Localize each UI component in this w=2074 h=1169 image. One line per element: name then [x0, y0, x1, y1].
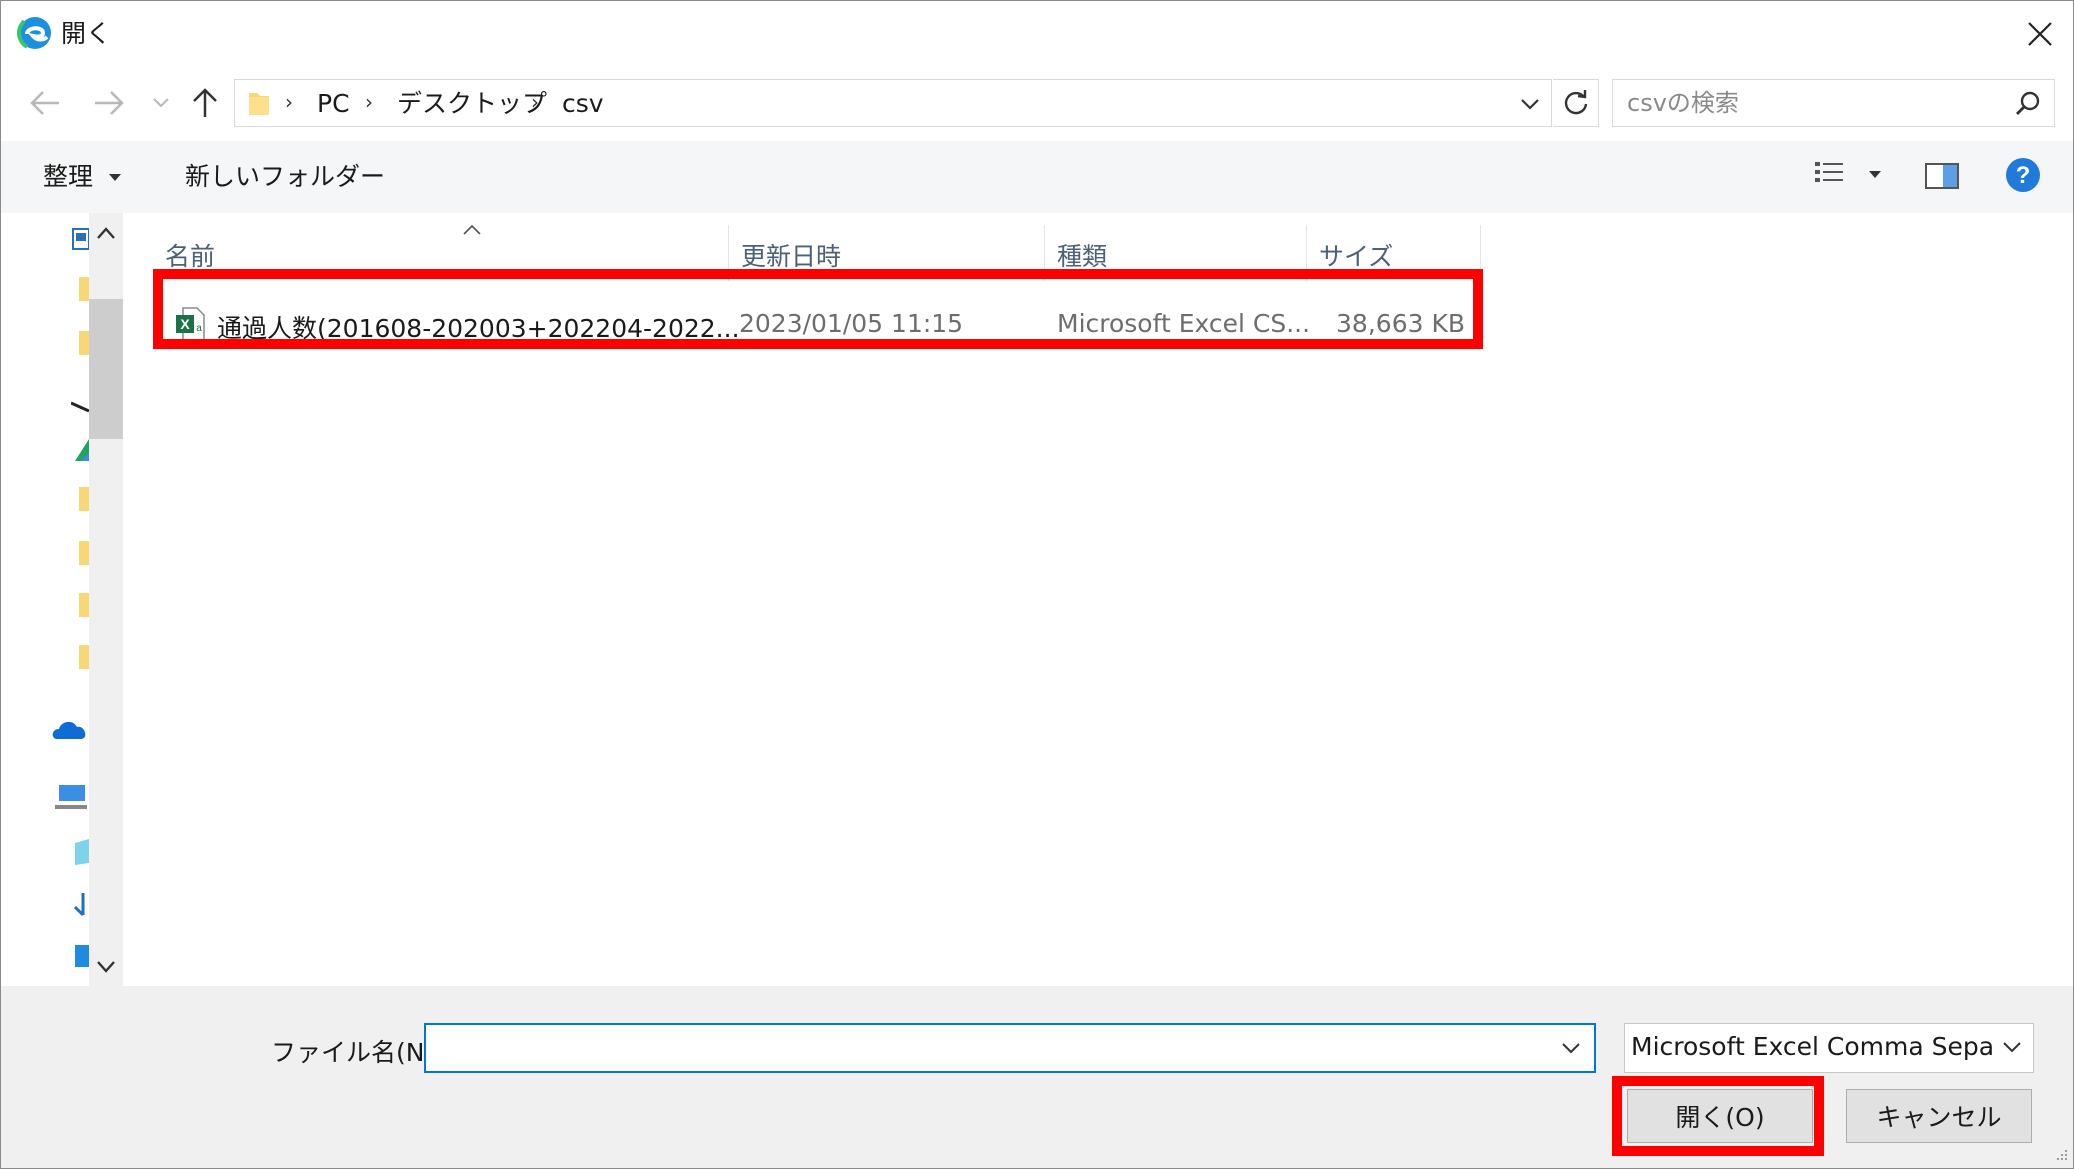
chevron-down-icon	[2003, 1042, 2021, 1053]
onedrive-icon[interactable]	[51, 717, 89, 741]
breadcrumb-csv[interactable]: csv	[562, 88, 604, 120]
recent-locations-button[interactable]	[141, 83, 181, 123]
resize-grip-icon[interactable]	[2053, 1148, 2069, 1164]
close-button[interactable]	[2007, 1, 2073, 67]
arrow-up-icon	[193, 88, 217, 117]
new-folder-label: 新しいフォルダー	[185, 162, 386, 191]
file-list: 名前 更新日時 種類 サイズ X a 通過人数(201608-202003+20…	[123, 213, 2073, 986]
preview-pane-icon	[1925, 163, 1959, 189]
address-bar[interactable]: › PC › デスクトップ › csv	[234, 79, 1552, 127]
folder-icon[interactable]	[71, 591, 89, 619]
caret-down-icon	[1868, 171, 1881, 178]
view-options-button[interactable]	[1813, 159, 1881, 197]
filetype-select[interactable]: Microsoft Excel Comma Separat	[1624, 1023, 2034, 1073]
arrow-right-icon	[95, 91, 124, 115]
help-icon: ?	[2006, 158, 2040, 192]
organize-label: 整理	[43, 162, 94, 191]
refresh-button[interactable]	[1553, 79, 1599, 127]
breadcrumb-pc[interactable]: PC	[317, 88, 350, 120]
search-input[interactable]	[1613, 80, 1997, 126]
organize-menu-button[interactable]: 整理	[43, 161, 121, 193]
folder-icon[interactable]	[71, 485, 89, 513]
open-file-dialog: 開く › PC › デスクトップ › csv csvの検索 整理 新しいフォルダ…	[0, 0, 2074, 1169]
3d-objects-icon[interactable]	[71, 837, 89, 867]
chevron-down-icon[interactable]	[97, 961, 115, 973]
desktop-icon[interactable]	[71, 943, 89, 971]
new-folder-button[interactable]: 新しいフォルダー	[185, 161, 385, 193]
scrollbar-thumb[interactable]	[89, 299, 123, 439]
search-icon[interactable]	[2014, 90, 2042, 118]
breadcrumb-desktop[interactable]: デスクトップ	[397, 88, 547, 120]
caret-down-icon	[108, 174, 121, 181]
folder-icon	[249, 93, 269, 115]
pictures-icon[interactable]	[71, 227, 89, 251]
command-toolbar: 整理 新しいフォルダー ?	[1, 141, 2073, 213]
downloads-icon[interactable]	[71, 891, 89, 921]
filename-combobox[interactable]	[424, 1023, 1596, 1073]
breadcrumb-separator: ›	[531, 90, 539, 114]
refresh-icon	[1564, 90, 1587, 115]
preview-pane-button[interactable]	[1925, 163, 1959, 197]
back-button[interactable]	[25, 83, 65, 123]
folder-icon[interactable]	[71, 539, 89, 567]
this-pc-icon[interactable]	[53, 783, 89, 811]
title-bar: 開く	[1, 1, 2073, 67]
column-header-modified-label: 更新日時	[741, 242, 842, 271]
up-button[interactable]	[185, 83, 225, 123]
dialog-footer: ファイル名(N): Microsoft Excel Comma Separat …	[1, 986, 2073, 1168]
chevron-up-icon[interactable]	[97, 227, 115, 239]
cancel-button-label: キャンセル	[1876, 1103, 2002, 1132]
annotation-highlight-file-row	[153, 269, 1483, 349]
forward-button[interactable]	[89, 83, 129, 123]
column-header-size-label: サイズ	[1319, 242, 1394, 271]
svg-text:?: ?	[2016, 162, 2031, 189]
column-header-type-label: 種類	[1057, 242, 1108, 271]
breadcrumb-separator: ›	[285, 90, 293, 114]
annotation-highlight-open-button	[1612, 1076, 1824, 1156]
sort-ascending-icon	[463, 225, 481, 235]
folder-icon[interactable]	[71, 329, 89, 357]
details-view-icon	[1815, 162, 1843, 182]
dialog-title: 開く	[61, 19, 112, 48]
folder-icon[interactable]	[71, 275, 89, 303]
close-icon	[2028, 22, 2052, 46]
column-header-name-label: 名前	[165, 242, 216, 271]
breadcrumb-separator: ›	[365, 90, 373, 114]
chevron-down-icon	[153, 98, 169, 108]
navigation-scrollbar[interactable]	[89, 213, 123, 986]
edge-browser-icon	[17, 15, 53, 51]
filename-input[interactable]	[432, 1029, 1536, 1071]
chevron-down-icon[interactable]	[1517, 91, 1543, 117]
search-box[interactable]	[1612, 79, 2055, 127]
google-drive-icon[interactable]	[71, 435, 89, 463]
filename-label: ファイル名(N):	[271, 1038, 443, 1067]
chevron-down-icon[interactable]	[1560, 1037, 1582, 1059]
folder-icon[interactable]	[71, 643, 89, 671]
cancel-button[interactable]: キャンセル	[1846, 1089, 2032, 1143]
pen-icon[interactable]	[71, 399, 89, 415]
filetype-value: Microsoft Excel Comma Separat	[1631, 1032, 1993, 1061]
help-button[interactable]: ?	[2005, 157, 2041, 201]
arrow-left-icon	[30, 91, 59, 115]
